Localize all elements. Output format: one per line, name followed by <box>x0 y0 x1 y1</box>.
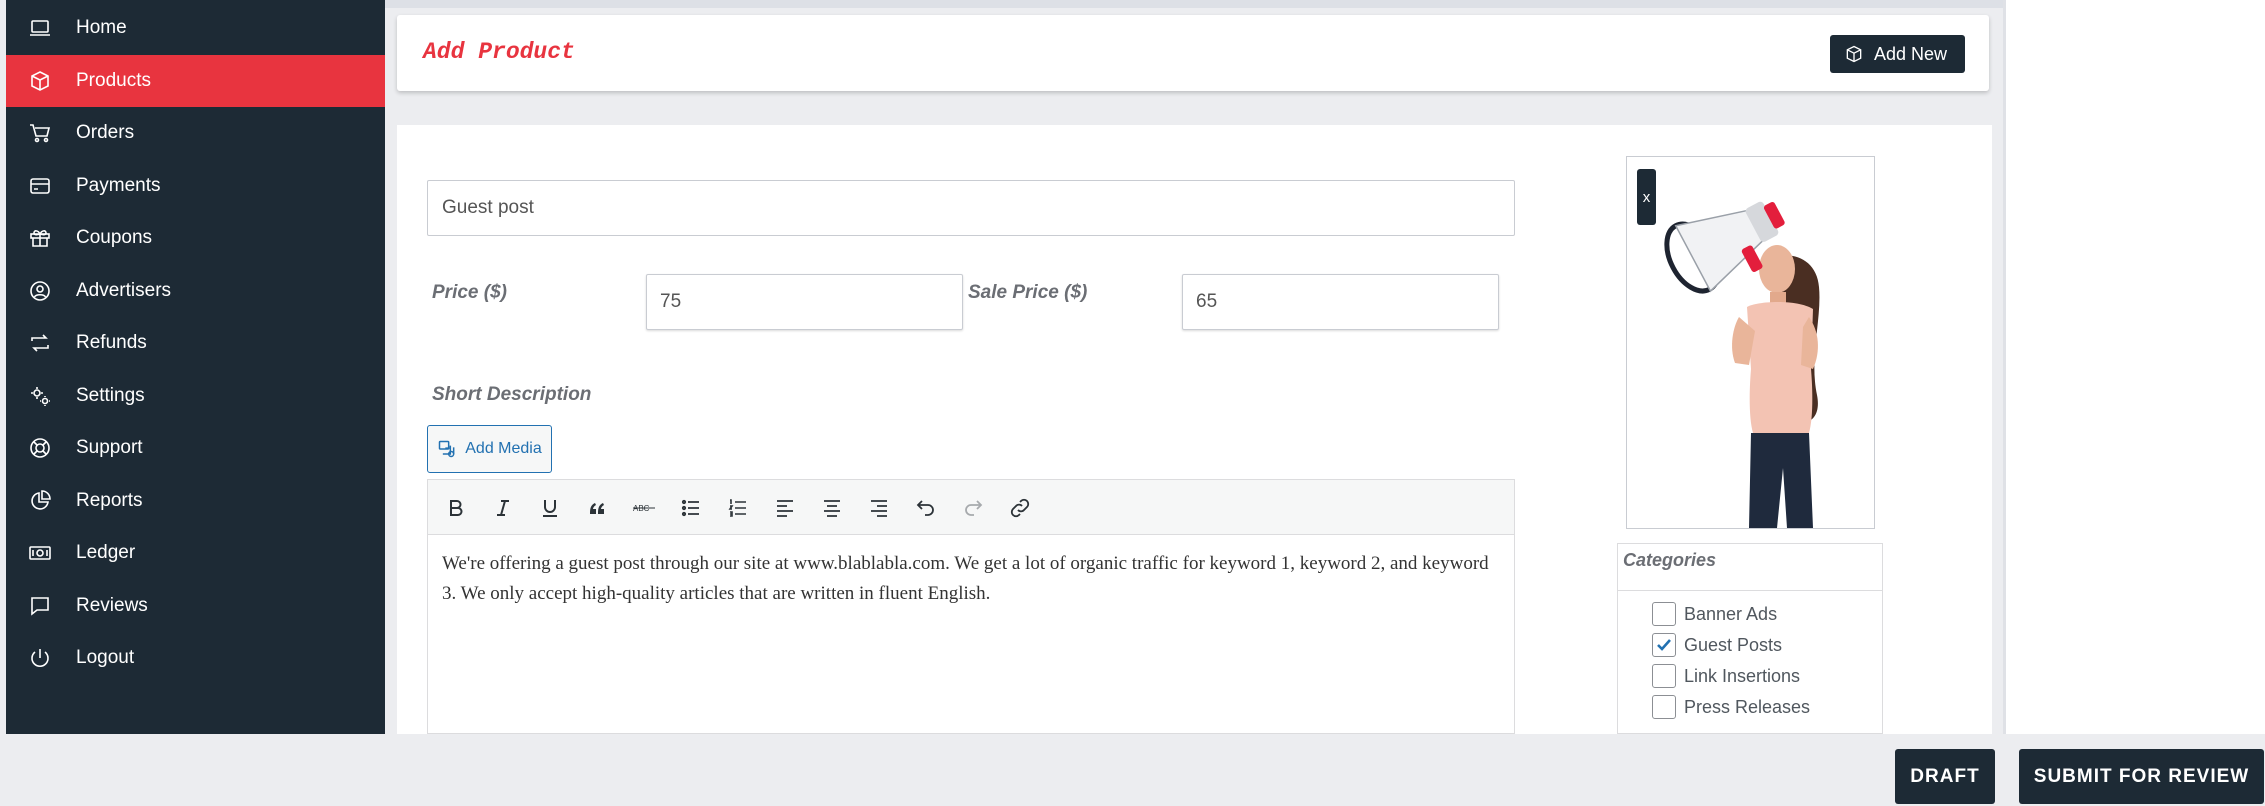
strikethrough-icon[interactable]: ABC <box>630 494 658 522</box>
bold-icon[interactable] <box>442 494 470 522</box>
category-link-insertions[interactable]: Link Insertions <box>1652 663 1800 689</box>
checkmark-icon <box>1657 639 1671 651</box>
checkbox[interactable] <box>1652 633 1676 657</box>
category-guest-posts[interactable]: Guest Posts <box>1652 632 1782 658</box>
page-header: Add Product Add New <box>397 15 1989 91</box>
product-title-input[interactable]: Guest post <box>427 180 1515 236</box>
cart-icon <box>28 121 52 145</box>
money-icon <box>28 541 52 565</box>
product-image[interactable]: x <box>1626 156 1875 529</box>
credit-card-icon <box>28 174 52 198</box>
sidebar-item-label: Payments <box>76 175 161 196</box>
sidebar-item-label: Coupons <box>76 227 153 248</box>
align-left-icon[interactable] <box>771 494 799 522</box>
sidebar: Home Products Orders Payments Coupons Ad… <box>6 0 385 734</box>
sidebar-item-payments[interactable]: Payments <box>6 160 385 212</box>
price-label: Price ($) <box>432 282 507 303</box>
align-center-icon[interactable] <box>818 494 846 522</box>
category-label: Press Releases <box>1684 696 1811 717</box>
media-icon <box>439 440 455 458</box>
woman-megaphone-image <box>1627 157 1874 528</box>
sidebar-item-reviews[interactable]: Reviews <box>6 580 385 632</box>
lifebuoy-icon <box>28 436 52 460</box>
add-new-button[interactable]: Add New <box>1829 35 1965 73</box>
bullet-list-icon[interactable] <box>677 494 705 522</box>
price-input[interactable]: 75 <box>646 274 963 330</box>
comment-icon <box>28 594 52 618</box>
box-icon <box>28 69 52 93</box>
sidebar-item-label: Orders <box>76 122 135 143</box>
sidebar-item-refunds[interactable]: Refunds <box>6 317 385 369</box>
add-media-button[interactable]: Add Media <box>427 425 552 473</box>
repeat-icon <box>28 331 52 355</box>
sidebar-item-label: Support <box>76 437 143 458</box>
sale-price-input[interactable]: 65 <box>1182 274 1499 330</box>
sidebar-item-label: Ledger <box>76 542 136 563</box>
right-panel <box>2003 0 2265 734</box>
sidebar-item-logout[interactable]: Logout <box>6 632 385 684</box>
underline-icon[interactable] <box>536 494 564 522</box>
description-editor[interactable]: We're offering a guest post through our … <box>427 535 1515 734</box>
sidebar-item-label: Refunds <box>76 332 147 353</box>
category-press-releases[interactable]: Press Releases <box>1652 694 1810 720</box>
laptop-icon <box>28 16 52 40</box>
sidebar-item-label: Products <box>76 70 151 91</box>
categories-panel: Categories Banner Ads Guest Posts Link I… <box>1617 543 1883 734</box>
sidebar-item-support[interactable]: Support <box>6 422 385 474</box>
category-label: Link Insertions <box>1684 665 1801 686</box>
category-label: Guest Posts <box>1684 634 1783 655</box>
sidebar-item-label: Logout <box>76 647 135 668</box>
gift-icon <box>28 226 52 250</box>
categories-title: Categories <box>1623 550 1717 570</box>
page-title: Add Product <box>423 39 575 65</box>
box-icon <box>1846 45 1862 63</box>
blockquote-icon[interactable] <box>583 494 611 522</box>
divider <box>1618 590 1882 591</box>
power-icon <box>28 646 52 670</box>
align-right-icon[interactable] <box>865 494 893 522</box>
user-circle-icon <box>28 279 52 303</box>
sidebar-item-reports[interactable]: Reports <box>6 475 385 527</box>
sidebar-item-home[interactable]: Home <box>6 2 385 54</box>
product-form: Guest post Price ($) 75 Sale Price ($) 6… <box>397 125 1992 734</box>
sidebar-item-settings[interactable]: Settings <box>6 370 385 422</box>
gears-icon <box>28 384 52 408</box>
italic-icon[interactable] <box>489 494 517 522</box>
submit-for-review-button[interactable]: SUBMIT FOR REVIEW <box>2019 749 2264 804</box>
sidebar-item-ledger[interactable]: Ledger <box>6 527 385 579</box>
category-label: Banner Ads <box>1684 603 1778 624</box>
sidebar-item-label: Home <box>76 17 127 38</box>
editor-toolbar: ABC <box>427 479 1515 535</box>
undo-icon[interactable] <box>912 494 940 522</box>
sidebar-item-label: Reports <box>76 490 143 511</box>
category-banner-ads[interactable]: Banner Ads <box>1652 601 1777 627</box>
sidebar-item-products[interactable]: Products <box>6 55 385 107</box>
numbered-list-icon[interactable] <box>724 494 752 522</box>
link-icon[interactable] <box>1006 494 1034 522</box>
sidebar-item-orders[interactable]: Orders <box>6 107 385 159</box>
draft-button[interactable]: DRAFT <box>1895 749 1995 804</box>
add-media-label: Add Media <box>465 440 542 457</box>
sidebar-item-label: Advertisers <box>76 280 172 301</box>
sidebar-item-coupons[interactable]: Coupons <box>6 212 385 264</box>
checkbox[interactable] <box>1652 695 1676 719</box>
redo-icon[interactable] <box>959 494 987 522</box>
remove-image-button[interactable]: x <box>1637 169 1656 225</box>
chart-pie-icon <box>28 489 52 513</box>
top-strip <box>385 0 2003 8</box>
sidebar-item-label: Reviews <box>76 595 148 616</box>
sale-price-label: Sale Price ($) <box>968 282 1088 303</box>
checkbox[interactable] <box>1652 664 1676 688</box>
checkbox[interactable] <box>1652 602 1676 626</box>
short-description-label: Short Description <box>432 384 592 405</box>
sidebar-item-advertisers[interactable]: Advertisers <box>6 265 385 317</box>
add-new-label: Add New <box>1873 43 1947 64</box>
sidebar-item-label: Settings <box>76 385 145 406</box>
